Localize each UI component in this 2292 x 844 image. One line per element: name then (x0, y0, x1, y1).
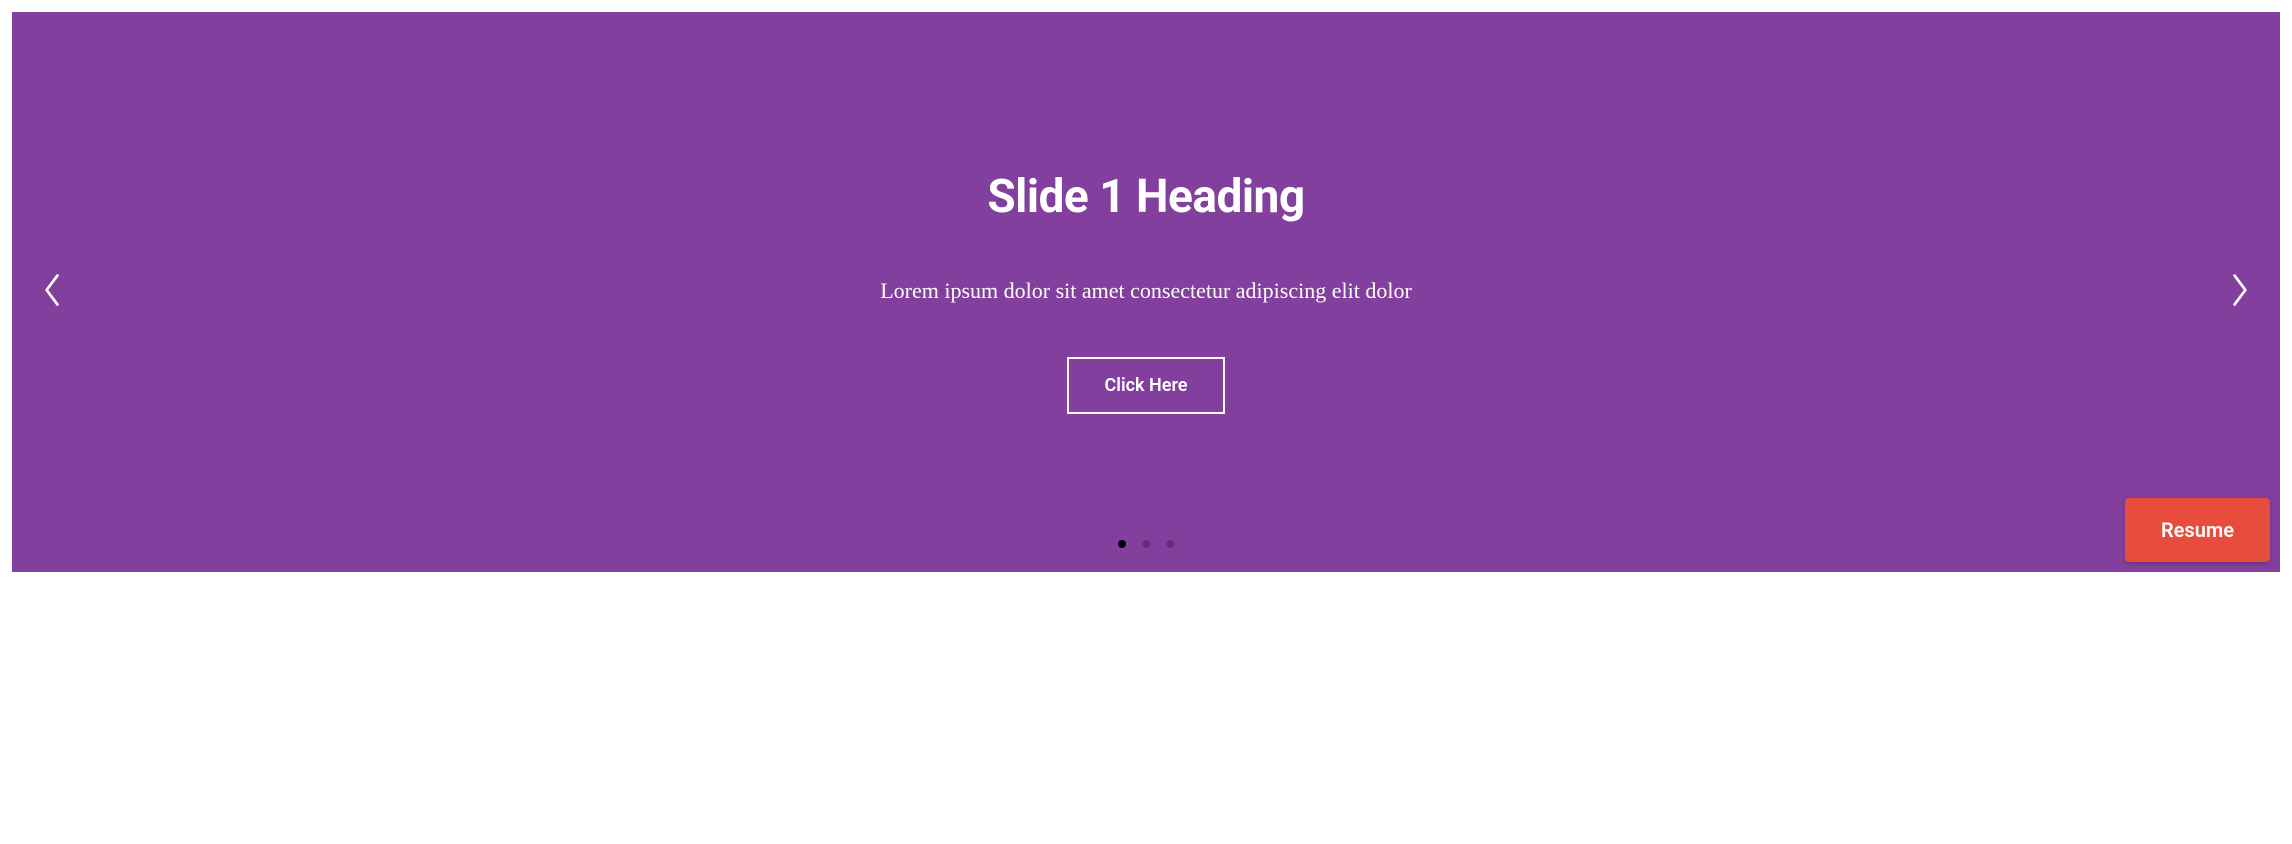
carousel-container: Slide 1 Heading Lorem ipsum dolor sit am… (12, 12, 2280, 572)
next-slide-button[interactable] (2220, 272, 2260, 312)
pagination-dots (1118, 540, 1174, 548)
slide-content: Slide 1 Heading Lorem ipsum dolor sit am… (800, 170, 1492, 414)
pagination-dot-2[interactable] (1142, 540, 1150, 548)
chevron-right-icon (2229, 272, 2251, 312)
previous-slide-button[interactable] (32, 272, 72, 312)
slide-description: Lorem ipsum dolor sit amet consectetur a… (880, 274, 1412, 307)
pagination-dot-1[interactable] (1118, 540, 1126, 548)
slide-heading: Slide 1 Heading (880, 170, 1412, 224)
resume-button[interactable]: Resume (2125, 498, 2270, 562)
chevron-left-icon (41, 272, 63, 312)
slide-cta-button[interactable]: Click Here (1067, 357, 1226, 414)
pagination-dot-3[interactable] (1166, 540, 1174, 548)
